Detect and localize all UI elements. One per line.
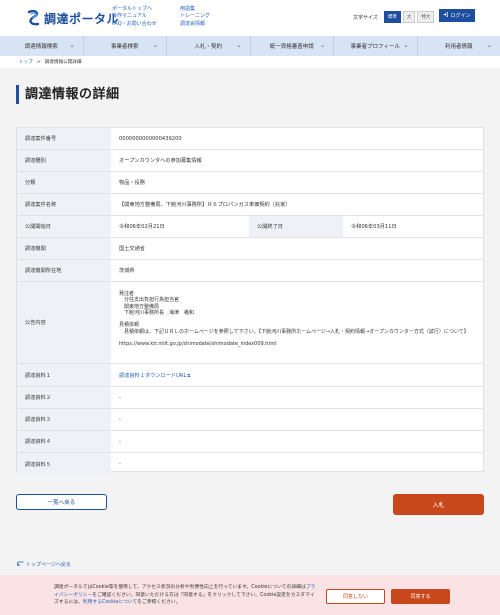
font-size-label: 文字サイズ — [353, 14, 378, 21]
font-size-large-button[interactable]: 大 — [402, 11, 416, 23]
row-value: 物品・役務 — [119, 180, 145, 186]
font-size-xlarge-button[interactable]: 特大 — [417, 11, 435, 23]
notice-text: 発注者 分任支出負担行為担当官 関東地方整備局 下館河川事務所長 海津 義和 見… — [119, 291, 469, 348]
chevron-down-icon: ⌄ — [69, 42, 75, 49]
nav-label: 調達情報検索 — [24, 44, 58, 50]
cookie-settings-link[interactable]: 利用するCookieについて — [83, 600, 137, 605]
nav-business-search[interactable]: 事業者検索 ⌄ — [84, 36, 167, 56]
row-value: 茨城県 — [119, 268, 135, 274]
table-row: 調達資料１ 調達資料１ダウンロードURL ⧉ — [17, 364, 483, 387]
cookie-deny-button[interactable]: 同意しない — [326, 589, 385, 604]
login-icon — [443, 12, 449, 19]
table-row: 調達資料２ - — [17, 387, 483, 409]
logo-text: 調達ポータル — [44, 11, 120, 26]
notice-label: 公告内容 — [17, 282, 111, 363]
table-row: 調達資料４ - — [17, 431, 483, 453]
site-header: 調達ポータル ポータルトップへ 操作マニュアル FAQ・お問い合わせ 用語集 ト… — [0, 0, 500, 36]
nav-label: 利用者情報 — [444, 44, 473, 50]
external-link-icon: ⧉ — [187, 372, 191, 378]
site-logo[interactable]: 調達ポータル — [26, 8, 119, 28]
font-size-control: 文字サイズ 標準 大 特大 — [353, 11, 435, 23]
cookie-text-before: 調達ポータルではCookie等を使用して、アクセス状況の分析や利便性向上を行って… — [54, 585, 306, 590]
login-label: ログイン — [450, 13, 471, 19]
table-row: 調達案件番号 0000000000000439200 — [17, 128, 483, 150]
cookie-agree-button[interactable]: 同意する — [391, 589, 450, 604]
procurement-info-link[interactable]: 調達会情報 — [180, 21, 210, 28]
doc-value: - — [119, 394, 121, 401]
nav-business-profile[interactable]: 事業者プロフィール ⌄ — [334, 36, 418, 56]
publish-end-value: 令和06年03月11日 — [351, 224, 397, 230]
doc-label: 調達資料３ — [17, 409, 111, 430]
table-row-dates: 公開開始日 令和06年02月21日 公開終了日 令和06年03月11日 — [17, 216, 483, 238]
table-row: 調達種別 オープンカウンタへの参加募集情報 — [17, 150, 483, 172]
row-value: オープンカウンタへの参加募集情報 — [119, 158, 202, 164]
bid-button[interactable]: 入札 — [393, 494, 484, 515]
chevron-down-icon: ⌄ — [403, 42, 409, 49]
nav-procurement-search[interactable]: 調達情報検索 ⌄ — [0, 36, 84, 56]
nav-label: 事業者プロフィール — [350, 44, 400, 50]
cookie-text-after: をご参照ください。 — [137, 600, 181, 606]
table-row: 調達資料３ - — [17, 409, 483, 431]
header-links-primary: ポータルトップへ 操作マニュアル FAQ・お問い合わせ — [112, 6, 157, 28]
login-button[interactable]: ログイン — [439, 9, 475, 22]
row-value: 0000000000000439200 — [119, 135, 182, 142]
doc-label: 調達資料２ — [17, 387, 111, 408]
table-row: 調達機関所在地 茨城県 — [17, 260, 483, 282]
chevron-down-icon: ⌄ — [486, 42, 492, 49]
row-label: 調達案件名称 — [17, 194, 111, 215]
table-row: 分類 物品・役務 — [17, 172, 483, 194]
breadcrumb-home-link[interactable]: トップ — [19, 59, 33, 65]
nav-label: 事業者検索 — [110, 44, 139, 50]
chevron-down-icon: ⌄ — [236, 42, 242, 49]
chevron-down-icon: ⌄ — [152, 42, 158, 49]
logo-icon — [26, 8, 42, 28]
font-size-standard-button[interactable]: 標準 — [383, 11, 401, 23]
page-title: 調達情報の詳細 — [16, 85, 120, 104]
table-row: 調達資料５ - — [17, 453, 483, 475]
doc-label: 調達資料４ — [17, 431, 111, 452]
faq-link[interactable]: FAQ・お問い合わせ — [112, 21, 157, 28]
publish-start-label: 公開開始日 — [17, 216, 111, 237]
nav-qualification[interactable]: 統一資格審査申請 ⌄ — [251, 36, 334, 56]
nav-label: 入札・契約 — [194, 44, 222, 50]
doc-value: - — [119, 416, 121, 423]
training-link[interactable]: トレーニング — [180, 13, 210, 20]
doc-value: - — [119, 461, 121, 467]
return-arrow-icon — [17, 561, 24, 568]
doc-value: 調達資料１ダウンロードURL ⧉ — [111, 364, 483, 386]
nav-user-info[interactable]: 利用者情報 ⌄ — [418, 36, 500, 56]
chevron-down-icon: ⌄ — [319, 42, 325, 49]
nav-bid-contract[interactable]: 入札・契約 ⌄ — [167, 36, 251, 56]
table-row: 調達機関 国土交通省 — [17, 238, 483, 260]
row-label: 調達機関所在地 — [17, 260, 111, 281]
row-label: 調達種別 — [17, 150, 111, 171]
document-download-link[interactable]: 調達資料１ダウンロードURL — [119, 372, 186, 379]
breadcrumb-current: 調達情報公開詳細 — [44, 60, 82, 65]
publish-start-value: 令和06年02月21日 — [119, 224, 165, 230]
cookie-message: 調達ポータルではCookie等を使用して、アクセス状況の分析や利便性向上を行って… — [54, 584, 316, 607]
row-value: 国土交通省 — [119, 246, 145, 252]
row-value: 【関東地方整備局、下館河川事務所】Ｒ６プロパンガス単価契約（兆家） — [119, 202, 291, 208]
table-row-notice: 公告内容 発注者 分任支出負担行為担当官 関東地方整備局 下館河川事務所長 海津… — [17, 282, 483, 364]
nav-label: 統一資格審査申請 — [269, 44, 314, 50]
global-nav: 調達情報検索 ⌄ 事業者検索 ⌄ 入札・契約 ⌄ 統一資格審査申請 ⌄ 事業者プロフィー… — [0, 36, 500, 56]
doc-label: 調達資料５ — [17, 453, 111, 475]
breadcrumb: トップ > 調達情報公開詳細 — [0, 56, 500, 68]
back-to-top-link[interactable]: トップページへ戻る — [17, 561, 71, 568]
row-label: 調達機関 — [17, 238, 111, 259]
header-links-secondary: 用語集 トレーニング 調達会情報 — [180, 6, 210, 28]
back-to-top-label: トップページへ戻る — [26, 562, 71, 568]
table-row: 調達案件名称 【関東地方整備局、下館河川事務所】Ｒ６プロパンガス単価契約（兆家） — [17, 194, 483, 216]
row-label: 調達案件番号 — [17, 128, 111, 149]
doc-value: - — [119, 438, 121, 445]
row-label: 分類 — [17, 172, 111, 193]
manual-link[interactable]: 操作マニュアル — [112, 13, 157, 20]
detail-table: 調達案件番号 0000000000000439200 調達種別 オープンカウンタ… — [16, 127, 484, 475]
doc-label: 調達資料１ — [17, 364, 111, 386]
breadcrumb-separator: > — [36, 59, 41, 65]
back-to-list-button[interactable]: 一覧へ戻る — [16, 494, 107, 510]
publish-end-label: 公開終了日 — [249, 216, 343, 237]
